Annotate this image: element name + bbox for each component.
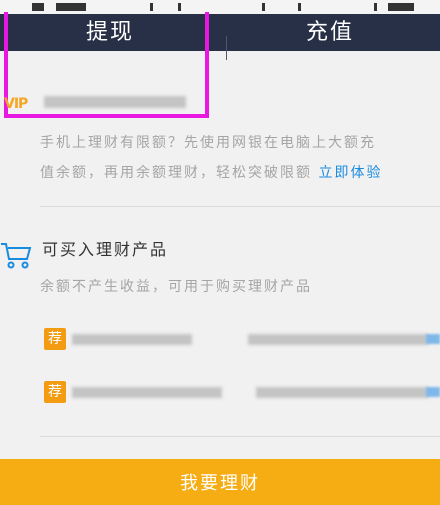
recommend-badge: 荐 <box>44 381 66 403</box>
try-now-link[interactable]: 立即体验 <box>318 165 382 181</box>
product-name-blurred <box>72 334 192 345</box>
recommend-badge: 荐 <box>44 328 66 350</box>
cart-icon <box>1 243 32 269</box>
tab-recharge[interactable]: 充值 <box>220 14 440 51</box>
products-title: 可买入理财产品 <box>42 240 169 259</box>
divider <box>40 436 440 437</box>
product-action-blurred <box>426 387 440 397</box>
product-info-blurred <box>248 334 428 345</box>
invest-button[interactable]: 我要理财 <box>0 459 440 505</box>
notice-line-2-text: 值余额，再用余额理财，轻松突破限额 <box>40 165 312 181</box>
divider <box>40 206 440 207</box>
notice-line-1: 手机上理财有限额？先使用网银在电脑上大额充 <box>40 135 376 151</box>
product-info-blurred <box>256 387 428 398</box>
product-action-blurred <box>426 334 440 344</box>
vip-icon: VIP <box>4 96 28 112</box>
notice-line-2: 值余额，再用余额理财，轻松突破限额 立即体验 <box>40 162 440 182</box>
tab-divider <box>226 36 227 60</box>
account-info-blurred <box>44 96 186 108</box>
product-name-blurred <box>72 387 222 398</box>
products-subtitle: 余额不产生收益，可用于购买理财产品 <box>40 279 312 295</box>
